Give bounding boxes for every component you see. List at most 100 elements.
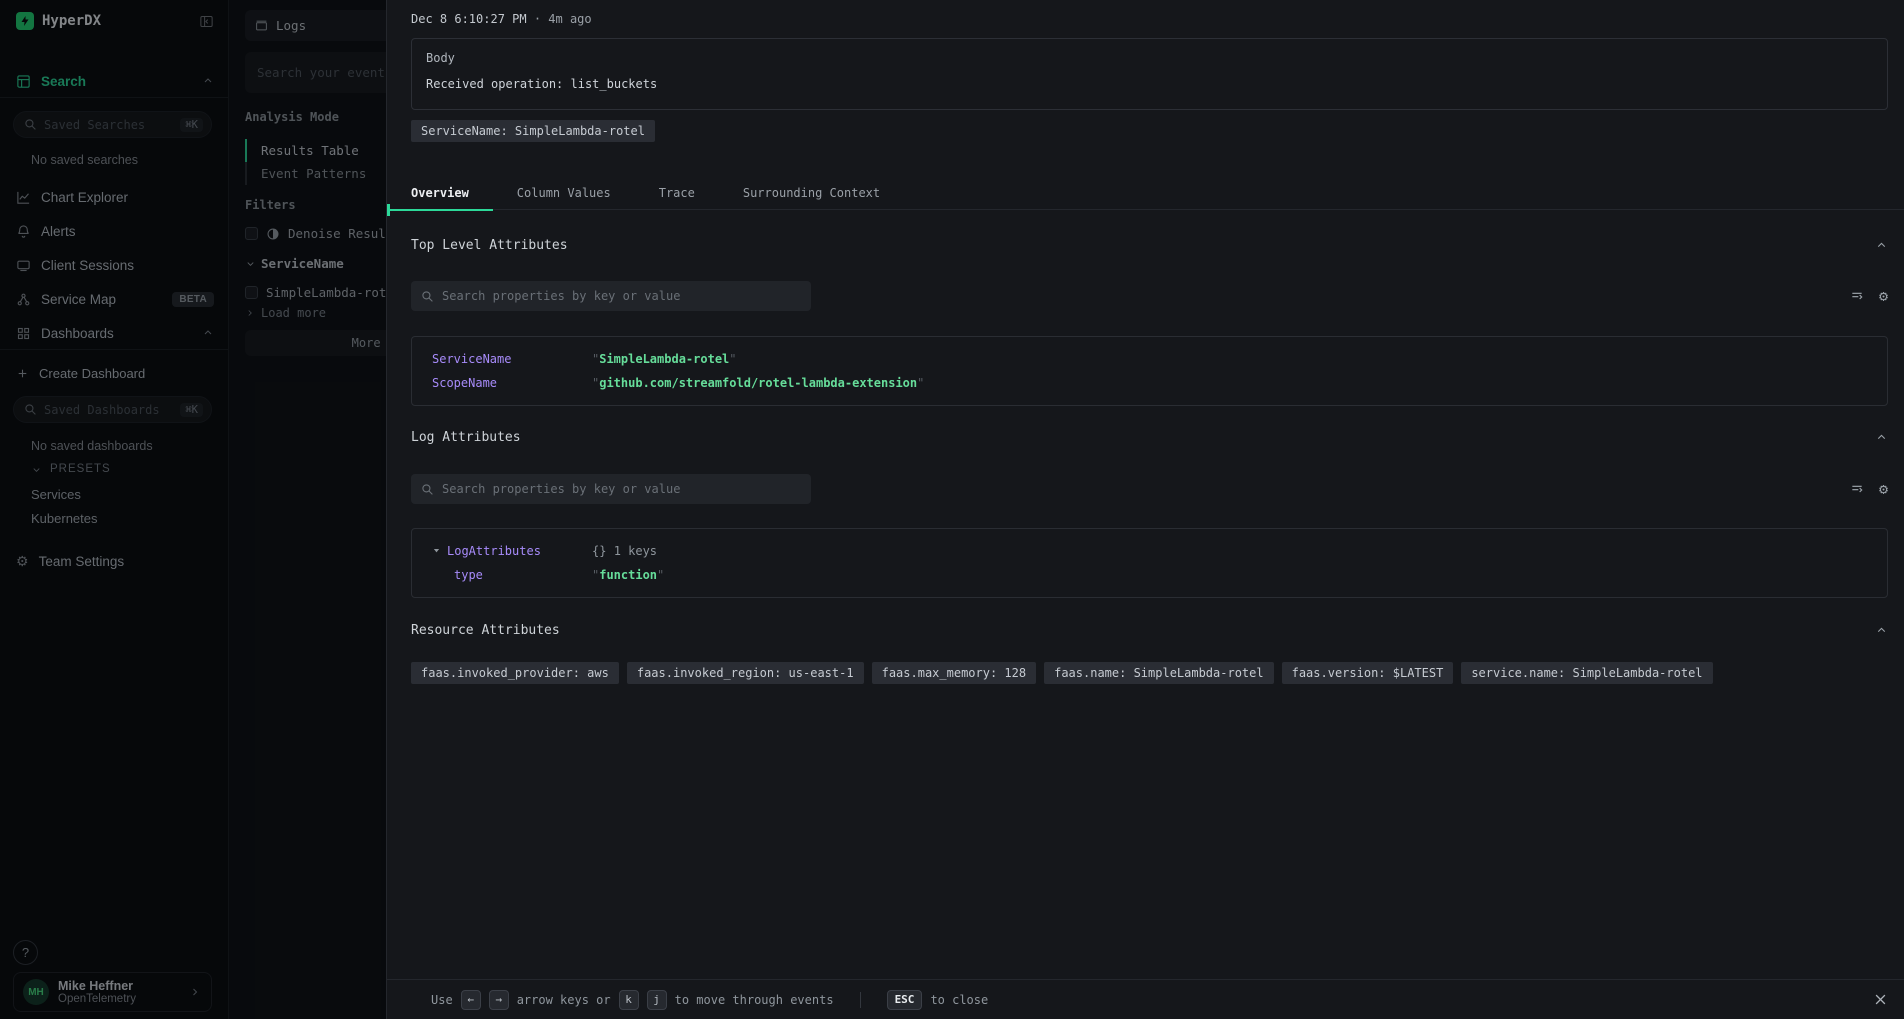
resource-attribute-tags: faas.invoked_provider: aws faas.invoked_…: [411, 662, 1888, 684]
presets-toggle[interactable]: PRESETS: [31, 463, 111, 475]
close-icon[interactable]: [1873, 992, 1888, 1007]
saved-searches-input[interactable]: [44, 118, 173, 132]
app-title: HyperDX: [42, 13, 101, 29]
body-label: Body: [426, 51, 1873, 65]
event-timestamp: Dec 8 6:10:27 PM · 4m ago: [411, 12, 592, 26]
beta-badge: BETA: [172, 292, 214, 307]
search-icon: [24, 118, 37, 131]
help-button[interactable]: ?: [13, 940, 38, 965]
resource-tag[interactable]: faas.name: SimpleLambda-rotel: [1044, 662, 1274, 684]
shortcut-badge: ⌘K: [180, 118, 203, 132]
no-saved-searches-text: No saved searches: [31, 153, 138, 167]
filter-value-label: SimpleLambda-rotel: [266, 285, 401, 300]
sidebar-item-service-map[interactable]: Service Map BETA: [16, 288, 214, 310]
table-row[interactable]: type "function": [412, 563, 1887, 587]
network-icon: [16, 292, 31, 307]
section-title: Resource Attributes: [411, 623, 560, 638]
chevron-up-icon[interactable]: [202, 327, 214, 339]
app-window: HyperDX Search ⌘K No saved searches: [0, 0, 1904, 1019]
user-menu[interactable]: MH Mike Heffner OpenTelemetry: [13, 972, 212, 1012]
chevron-up-icon[interactable]: [1875, 624, 1888, 637]
collapse-lines-icon[interactable]: [1849, 288, 1865, 304]
chart-icon: [16, 190, 31, 205]
create-dashboard-button[interactable]: Create Dashboard: [16, 362, 214, 384]
chevron-up-icon[interactable]: [1875, 239, 1888, 252]
attr-key: LogAttributes: [432, 544, 592, 558]
user-org: OpenTelemetry: [58, 993, 136, 1006]
sidebar-item-chart-explorer[interactable]: Chart Explorer: [16, 186, 214, 208]
create-dashboard-label: Create Dashboard: [39, 366, 145, 381]
left-arrow-key: ←: [461, 990, 481, 1010]
no-saved-dashboards-text: No saved dashboards: [31, 439, 153, 453]
load-more-label: Load more: [261, 306, 326, 320]
caret-down-icon[interactable]: [432, 546, 441, 555]
resource-tag[interactable]: faas.invoked_region: us-east-1: [627, 662, 864, 684]
table-row[interactable]: ScopeName "github.com/streamfold/rotel-l…: [412, 371, 1887, 395]
footer-text: to move through events: [675, 993, 834, 1007]
attr-value: "function": [592, 568, 664, 582]
tab-trace[interactable]: Trace: [635, 176, 719, 210]
search-icon: [24, 403, 37, 416]
plus-icon: [16, 367, 29, 380]
saved-searches-searchbox[interactable]: ⌘K: [13, 111, 212, 138]
chevron-up-icon[interactable]: [202, 75, 214, 87]
load-more-button[interactable]: Load more: [245, 306, 326, 320]
resource-tag[interactable]: faas.max_memory: 128: [872, 662, 1037, 684]
service-name-tag[interactable]: ServiceName: SimpleLambda-rotel: [411, 120, 655, 142]
tab-column-values[interactable]: Column Values: [493, 176, 635, 210]
denoise-filter-row[interactable]: Denoise Results: [245, 226, 401, 241]
denoise-checkbox[interactable]: [245, 227, 258, 240]
divider: [0, 97, 228, 98]
gear-icon[interactable]: ⚙: [1879, 289, 1888, 304]
saved-dashboards-searchbox[interactable]: ⌘K: [13, 396, 212, 423]
avatar: MH: [23, 979, 49, 1005]
service-checkbox[interactable]: [245, 286, 258, 299]
sidebar-item-search[interactable]: Search: [16, 70, 214, 92]
saved-dashboards-input[interactable]: [44, 403, 173, 417]
event-body-box: Body Received operation: list_buckets: [411, 38, 1888, 110]
attr-key: type: [432, 568, 592, 582]
resource-tag[interactable]: faas.version: $LATEST: [1282, 662, 1454, 684]
sidebar-item-team-settings[interactable]: ⚙ Team Settings: [16, 550, 214, 572]
footer-text: arrow keys or: [517, 993, 611, 1007]
resource-tag[interactable]: faas.invoked_provider: aws: [411, 662, 619, 684]
section-title: Top Level Attributes: [411, 238, 568, 253]
top-level-attr-searchbox[interactable]: [411, 281, 811, 311]
chevron-up-icon[interactable]: [1875, 431, 1888, 444]
resource-attributes-header[interactable]: Resource Attributes: [411, 623, 1888, 638]
sidebar-item-label: Dashboards: [41, 326, 114, 341]
team-settings-label: Team Settings: [39, 554, 125, 569]
top-level-attr-search-input[interactable]: [442, 289, 801, 303]
collapse-sidebar-icon[interactable]: [199, 14, 214, 29]
esc-key: ESC: [887, 990, 923, 1010]
sidebar-item-label: Client Sessions: [41, 258, 134, 273]
footer-text: Use: [431, 993, 453, 1007]
log-attr-search-input[interactable]: [442, 482, 801, 496]
analysis-mode-label: Analysis Mode: [245, 110, 339, 124]
log-attributes-header[interactable]: Log Attributes: [411, 430, 1888, 445]
resource-tag[interactable]: service.name: SimpleLambda-rotel: [1461, 662, 1712, 684]
sidebar-item-client-sessions[interactable]: Client Sessions: [16, 254, 214, 276]
logs-source-icon: [255, 19, 268, 32]
sidebar-item-alerts[interactable]: Alerts: [16, 220, 214, 242]
table-row[interactable]: ServiceName "SimpleLambda-rotel": [412, 347, 1887, 371]
tab-overview[interactable]: Overview: [387, 176, 493, 210]
tree-root-row[interactable]: LogAttributes {} 1 keys: [412, 539, 1887, 563]
log-attributes-table: LogAttributes {} 1 keys type "function": [411, 528, 1888, 598]
gear-icon[interactable]: ⚙: [1879, 482, 1888, 497]
right-arrow-key: →: [489, 990, 509, 1010]
log-attr-searchbox[interactable]: [411, 474, 811, 504]
tab-surrounding-context[interactable]: Surrounding Context: [719, 176, 904, 210]
filter-value-row[interactable]: SimpleLambda-rotel: [245, 285, 401, 300]
section-title: Log Attributes: [411, 430, 521, 445]
filter-group-servicename[interactable]: ServiceName: [245, 256, 344, 271]
sidebar: HyperDX Search ⌘K No saved searches: [0, 0, 229, 1019]
filter-group-label: ServiceName: [261, 256, 344, 271]
sidebar-item-dashboards[interactable]: Dashboards: [16, 322, 214, 344]
preset-item-kubernetes[interactable]: Kubernetes: [31, 511, 98, 526]
monitor-icon: [16, 258, 31, 273]
preset-item-services[interactable]: Services: [31, 487, 81, 502]
collapse-lines-icon[interactable]: [1849, 481, 1865, 497]
half-circle-icon: [266, 227, 280, 241]
top-level-attributes-header[interactable]: Top Level Attributes: [411, 238, 1888, 253]
